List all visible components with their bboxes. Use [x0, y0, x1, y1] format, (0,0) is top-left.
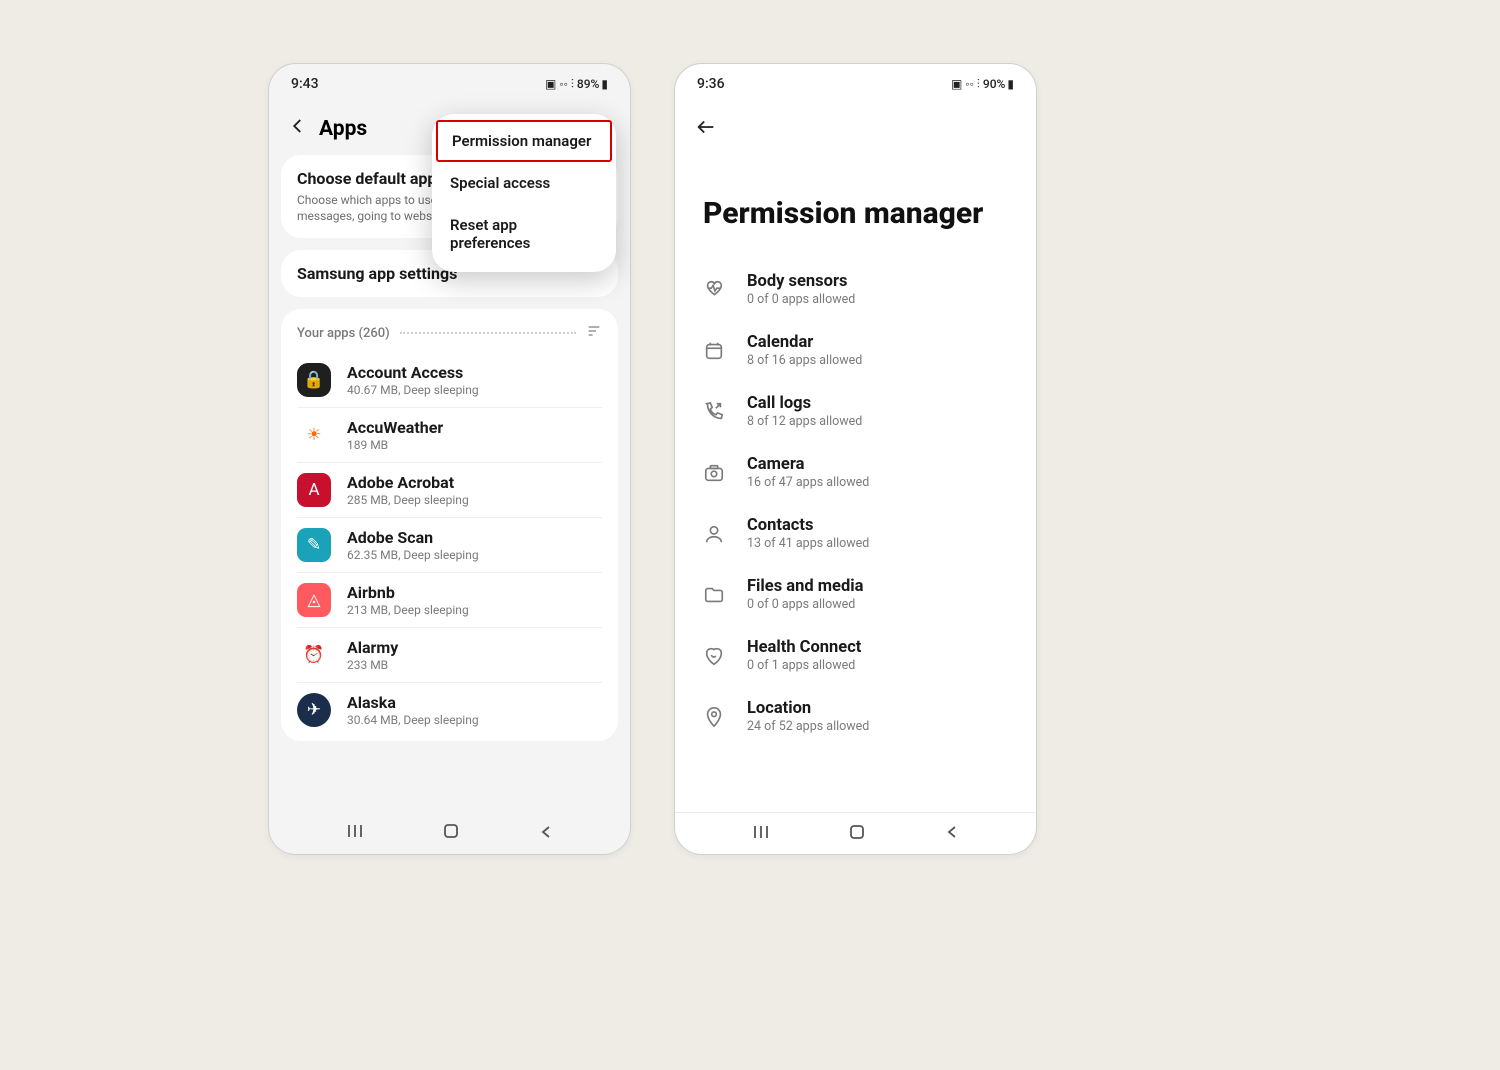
heart-icon — [703, 279, 725, 301]
camera-icon — [703, 462, 725, 484]
permission-subtitle: 24 of 52 apps allowed — [747, 719, 869, 734]
app-subtitle: 213 MB, Deep sleeping — [347, 603, 469, 617]
permission-row[interactable]: Health Connect 0 of 1 apps allowed — [675, 625, 1036, 686]
folder-icon — [703, 584, 725, 606]
app-subtitle: 285 MB, Deep sleeping — [347, 493, 469, 507]
app-row[interactable]: ⏰ Alarmy 233 MB — [297, 628, 602, 683]
back-button[interactable] — [675, 98, 1036, 142]
app-icon: ◬ — [297, 583, 331, 617]
app-icon: A — [297, 473, 331, 507]
battery-icon: ▮ — [601, 77, 608, 91]
battery-percent: 89% — [577, 77, 599, 91]
battery-saver-icon: ▣ — [545, 77, 556, 91]
app-icon: ✈ — [297, 693, 331, 727]
permission-subtitle: 8 of 12 apps allowed — [747, 414, 862, 429]
app-icon: ☀ — [297, 418, 331, 452]
permission-name: Contacts — [747, 516, 869, 535]
location-icon — [703, 706, 725, 728]
nav-home-button[interactable] — [848, 823, 866, 845]
phone-icon — [703, 401, 725, 423]
app-subtitle: 233 MB — [347, 658, 398, 672]
calendar-icon — [703, 340, 725, 362]
app-subtitle: 40.67 MB, Deep sleeping — [347, 383, 479, 397]
app-row[interactable]: ✎ Adobe Scan 62.35 MB, Deep sleeping — [297, 518, 602, 573]
health-icon — [703, 645, 725, 667]
app-name: Adobe Scan — [347, 528, 479, 547]
permission-row[interactable]: Contacts 13 of 41 apps allowed — [675, 503, 1036, 564]
nav-back-button[interactable] — [945, 824, 959, 843]
nav-bar — [269, 812, 630, 854]
phone-permission-manager-screen: 9:36 ▣ ◦◦ ⫶ 90%▮ Permission manager Body… — [674, 63, 1037, 855]
app-row[interactable]: ☀ AccuWeather 189 MB — [297, 408, 602, 463]
menu-permission-manager[interactable]: Permission manager — [436, 120, 612, 162]
app-name: Account Access — [347, 363, 479, 382]
nav-home-button[interactable] — [442, 822, 460, 844]
sort-button[interactable] — [586, 323, 602, 343]
nav-back-button[interactable] — [539, 824, 553, 843]
phone-apps-screen: 9:43 ▣ ◦◦ ⫶ 89%▮ Apps Choose default app… — [268, 63, 631, 855]
status-bar: 9:36 ▣ ◦◦ ⫶ 90%▮ — [675, 64, 1036, 98]
app-subtitle: 62.35 MB, Deep sleeping — [347, 548, 479, 562]
menu-special-access[interactable]: Special access — [432, 162, 616, 204]
permission-row[interactable]: Files and media 0 of 0 apps allowed — [675, 564, 1036, 625]
permission-row[interactable]: Call logs 8 of 12 apps allowed — [675, 381, 1036, 442]
menu-reset-app-preferences[interactable]: Reset app preferences — [432, 204, 616, 264]
app-icon: ✎ — [297, 528, 331, 562]
person-icon — [703, 523, 725, 545]
wifi-icon: ◦◦ — [559, 77, 568, 91]
permission-row[interactable]: Camera 16 of 47 apps allowed — [675, 442, 1036, 503]
app-row[interactable]: ◬ Airbnb 213 MB, Deep sleeping — [297, 573, 602, 628]
permission-subtitle: 0 of 0 apps allowed — [747, 597, 863, 612]
permission-name: Health Connect — [747, 638, 861, 657]
back-button[interactable] — [289, 116, 307, 141]
wifi-icon: ◦◦ — [965, 77, 974, 91]
permission-subtitle: 13 of 41 apps allowed — [747, 536, 869, 551]
status-icons: ▣ ◦◦ ⫶ 90%▮ — [951, 77, 1014, 92]
permission-row[interactable]: Calendar 8 of 16 apps allowed — [675, 320, 1036, 381]
permission-name: Calendar — [747, 333, 862, 352]
battery-percent: 90% — [983, 77, 1005, 91]
page-title: Apps — [319, 117, 367, 141]
app-row[interactable]: ✈ Alaska 30.64 MB, Deep sleeping — [297, 683, 602, 737]
permission-subtitle: 16 of 47 apps allowed — [747, 475, 869, 490]
overflow-menu: Permission manager Special access Reset … — [432, 114, 616, 272]
battery-saver-icon: ▣ — [951, 77, 962, 91]
permission-row[interactable]: Location 24 of 52 apps allowed — [675, 686, 1036, 747]
nav-recents-button[interactable] — [752, 823, 770, 845]
status-time: 9:36 — [697, 76, 725, 92]
permission-name: Camera — [747, 455, 869, 474]
status-time: 9:43 — [291, 76, 319, 92]
permission-name: Call logs — [747, 394, 862, 413]
status-bar: 9:43 ▣ ◦◦ ⫶ 89%▮ — [269, 64, 630, 98]
app-subtitle: 189 MB — [347, 438, 443, 452]
permission-subtitle: 0 of 1 apps allowed — [747, 658, 861, 673]
your-apps-header: Your apps (260) — [297, 323, 602, 343]
app-name: Alaska — [347, 693, 479, 712]
divider-dotted — [400, 332, 576, 334]
permission-name: Body sensors — [747, 272, 855, 291]
app-name: Adobe Acrobat — [347, 473, 469, 492]
app-row[interactable]: 🔒 Account Access 40.67 MB, Deep sleeping — [297, 353, 602, 408]
status-icons: ▣ ◦◦ ⫶ 89%▮ — [545, 77, 608, 92]
your-apps-label: Your apps (260) — [297, 326, 390, 341]
app-icon: 🔒 — [297, 363, 331, 397]
your-apps-list: Your apps (260) 🔒 Account Access 40.67 M… — [281, 309, 618, 741]
app-name: Airbnb — [347, 583, 469, 602]
app-name: AccuWeather — [347, 418, 443, 437]
battery-icon: ▮ — [1007, 77, 1014, 91]
permission-subtitle: 0 of 0 apps allowed — [747, 292, 855, 307]
permission-name: Location — [747, 699, 869, 718]
signal-icon: ⫶ — [571, 77, 574, 92]
app-icon: ⏰ — [297, 638, 331, 672]
permission-name: Files and media — [747, 577, 863, 596]
page-title: Permission manager — [675, 142, 1036, 259]
permission-subtitle: 8 of 16 apps allowed — [747, 353, 862, 368]
nav-recents-button[interactable] — [346, 822, 364, 844]
permission-row[interactable]: Body sensors 0 of 0 apps allowed — [675, 259, 1036, 320]
signal-icon: ⫶ — [977, 77, 980, 92]
app-subtitle: 30.64 MB, Deep sleeping — [347, 713, 479, 727]
app-row[interactable]: A Adobe Acrobat 285 MB, Deep sleeping — [297, 463, 602, 518]
nav-bar — [675, 812, 1036, 854]
app-name: Alarmy — [347, 638, 398, 657]
